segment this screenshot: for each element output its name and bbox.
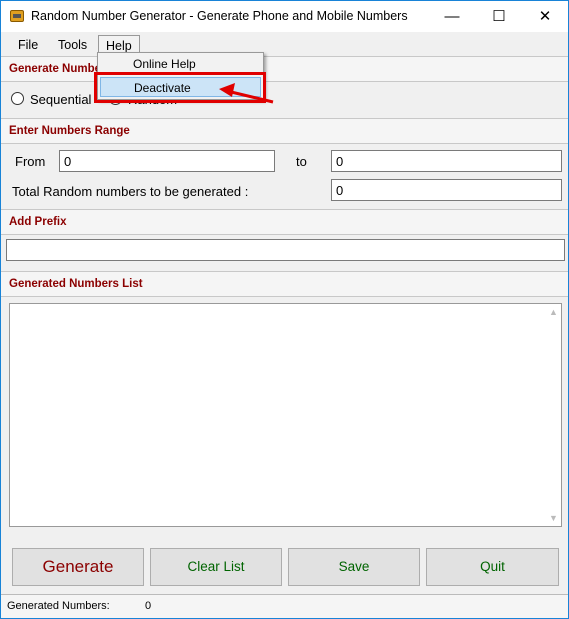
status-count: 0 — [145, 600, 152, 612]
from-input[interactable] — [59, 150, 275, 172]
generate-button[interactable]: Generate — [12, 548, 144, 586]
menu-tools[interactable]: Tools — [51, 35, 94, 56]
total-input[interactable] — [331, 179, 562, 201]
save-button[interactable]: Save — [288, 548, 420, 586]
status-label: Generated Numbers: — [7, 600, 110, 612]
close-button[interactable]: ✕ — [522, 1, 568, 32]
to-label: to — [296, 154, 307, 169]
total-label: Total Random numbers to be generated : — [12, 184, 249, 199]
clear-list-button[interactable]: Clear List — [150, 548, 282, 586]
app-window: Random Number Generator - Generate Phone… — [0, 0, 569, 619]
minimize-button[interactable]: — — [429, 1, 475, 32]
menu-file[interactable]: File — [11, 35, 45, 56]
scroll-up-icon[interactable]: ▲ — [549, 307, 558, 317]
range-section-header: Enter Numbers Range — [1, 118, 568, 144]
generated-numbers-list[interactable]: ▲ ▼ — [9, 303, 562, 527]
menu-item-online-help[interactable]: Online Help — [100, 54, 261, 74]
prefix-input[interactable] — [6, 239, 565, 261]
prefix-section-header: Add Prefix — [1, 209, 568, 235]
title-bar: Random Number Generator - Generate Phone… — [1, 1, 568, 32]
from-label: From — [15, 154, 46, 169]
app-icon — [10, 10, 24, 22]
maximize-button[interactable]: ☐ — [476, 1, 522, 32]
list-section-header: Generated Numbers List — [1, 271, 568, 297]
sequential-radio[interactable] — [11, 92, 24, 105]
sequential-label: Sequential — [30, 92, 92, 107]
generate-section-header: Generate Numbers — [1, 56, 568, 82]
list-scrollbar[interactable]: ▲ ▼ — [545, 304, 561, 526]
window-title: Random Number Generator - Generate Phone… — [31, 9, 408, 23]
to-input[interactable] — [331, 150, 562, 172]
arrow-annotation — [219, 83, 274, 104]
menu-bar: File Tools Help — [1, 32, 568, 56]
status-bar: Generated Numbers: 0 — [1, 594, 568, 618]
scroll-down-icon[interactable]: ▼ — [549, 513, 558, 523]
quit-button[interactable]: Quit — [426, 548, 559, 586]
